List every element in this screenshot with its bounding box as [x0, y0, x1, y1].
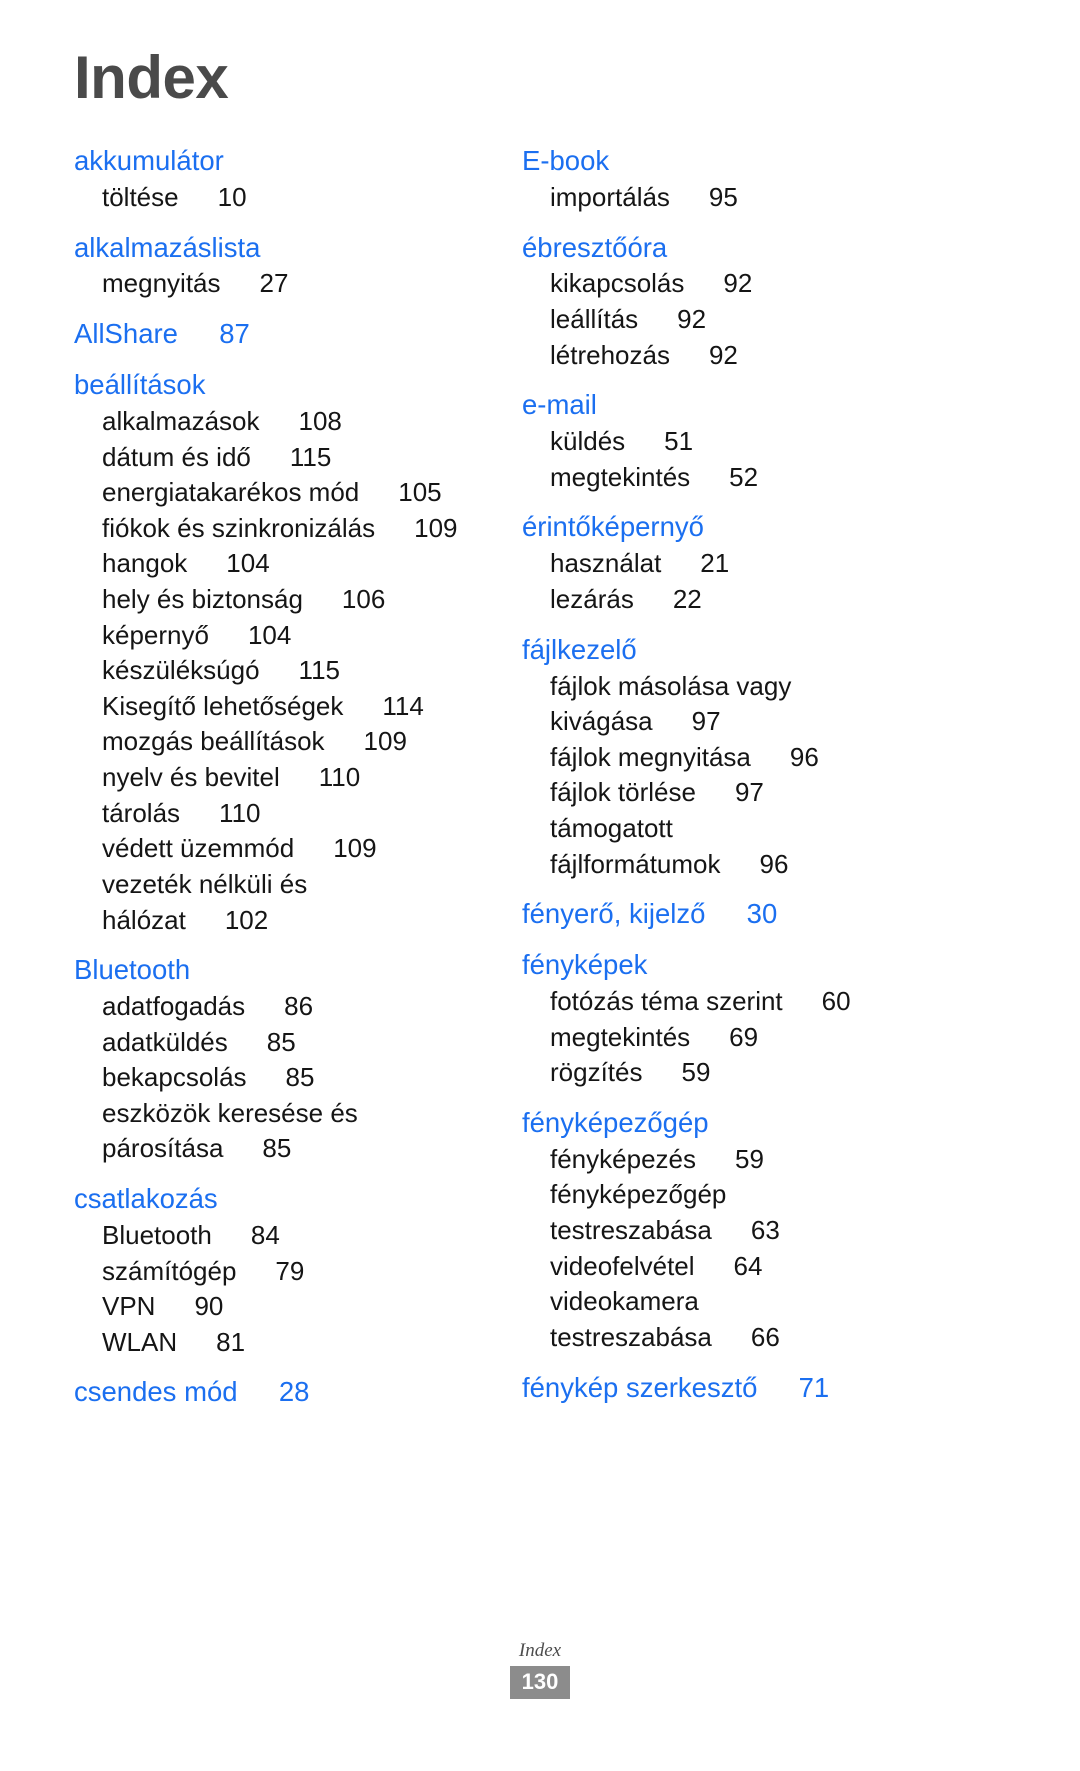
index-group: Bluetooth adatfogadás 86 adatküldés 85 beka…: [60, 951, 490, 1167]
index-entry[interactable]: mozgás beállítások 109: [60, 724, 490, 760]
index-heading[interactable]: AllShare 87: [60, 315, 490, 353]
index-heading[interactable]: Bluetooth: [60, 951, 490, 989]
index-entry[interactable]: importálás 95: [508, 180, 920, 216]
index-heading[interactable]: csatlakozás: [60, 1180, 490, 1218]
index-group: csendes mód 28: [60, 1373, 490, 1411]
index-entry[interactable]: készüléksúgó 115: [60, 653, 490, 689]
index-entry[interactable]: védett üzemmód 109: [60, 831, 490, 867]
index-entry-continuation[interactable]: testreszabása 63: [508, 1213, 920, 1249]
index-heading[interactable]: alkalmazáslista: [60, 229, 490, 267]
index-heading[interactable]: érintőképernyő: [508, 508, 920, 546]
index-entry[interactable]: alkalmazások 108: [60, 404, 490, 440]
index-heading[interactable]: E-book: [508, 142, 920, 180]
index-entry[interactable]: tárolás 110: [60, 796, 490, 832]
index-entry[interactable]: Bluetooth 84: [60, 1218, 490, 1254]
index-entry-continuation[interactable]: párosítása 85: [60, 1131, 490, 1167]
index-group: alkalmazáslista megnyitás 27: [60, 229, 490, 303]
index-page: Index akkumulátor töltése 10 alkalmazáslis…: [0, 0, 1080, 1771]
index-group: E-book importálás 95: [508, 142, 920, 216]
index-entry[interactable]: kikapcsolás 92: [508, 266, 920, 302]
index-entry-continuation[interactable]: fájlformátumok 96: [508, 847, 920, 883]
index-group: fénykép szerkesztő 71: [508, 1369, 920, 1407]
index-heading[interactable]: fényerő, kijelző 30: [508, 895, 920, 933]
index-entry[interactable]: képernyő 104: [60, 618, 490, 654]
index-entry[interactable]: adatküldés 85: [60, 1025, 490, 1061]
index-heading[interactable]: ébresztőóra: [508, 229, 920, 267]
index-group: akkumulátor töltése 10: [60, 142, 490, 216]
index-entry[interactable]: nyelv és bevitel 110: [60, 760, 490, 796]
page-title: Index: [74, 44, 229, 111]
index-group: fényképezőgép fényképezés 59 fényképezőgép…: [508, 1104, 920, 1356]
index-entry[interactable]: lezárás 22: [508, 582, 920, 618]
index-group: érintőképernyő használat 21 lezárás 22: [508, 508, 920, 617]
index-heading[interactable]: fényképek: [508, 946, 920, 984]
index-heading[interactable]: fájlkezelő: [508, 631, 920, 669]
index-entry[interactable]: VPN 90: [60, 1289, 490, 1325]
index-entry[interactable]: küldés 51: [508, 424, 920, 460]
index-entry[interactable]: eszközök keresése és: [60, 1096, 490, 1132]
index-entry[interactable]: fájlok másolása vagy: [508, 669, 920, 705]
index-entry[interactable]: adatfogadás 86: [60, 989, 490, 1025]
index-column-left: akkumulátor töltése 10 alkalmazáslista megn…: [60, 142, 490, 1411]
index-entry[interactable]: fotózás téma szerint 60: [508, 984, 920, 1020]
index-entry[interactable]: bekapcsolás 85: [60, 1060, 490, 1096]
index-entry-continuation[interactable]: kivágása 97: [508, 704, 920, 740]
index-entry[interactable]: fájlok megnyitása 96: [508, 740, 920, 776]
index-group: fényképek fotózás téma szerint 60 megtekin…: [508, 946, 920, 1091]
index-heading[interactable]: akkumulátor: [60, 142, 490, 180]
index-group: csatlakozás Bluetooth 84 számítógép 79 VPN …: [60, 1180, 490, 1360]
index-entry[interactable]: leállítás 92: [508, 302, 920, 338]
index-entry[interactable]: hangok 104: [60, 546, 490, 582]
index-entry[interactable]: Kisegítő lehetőségek 114: [60, 689, 490, 725]
index-heading[interactable]: fényképezőgép: [508, 1104, 920, 1142]
index-entry[interactable]: videokamera: [508, 1284, 920, 1320]
footer-label: Index: [518, 1639, 562, 1661]
index-column-right: E-book importálás 95 ébresztőóra kikapcsolá…: [490, 142, 920, 1406]
index-heading[interactable]: beállítások: [60, 366, 490, 404]
index-entry[interactable]: támogatott: [508, 811, 920, 847]
index-entry[interactable]: energiatakarékos mód 105: [60, 475, 490, 511]
index-group: AllShare 87: [60, 315, 490, 353]
index-entry[interactable]: töltése 10: [60, 180, 490, 216]
index-entry[interactable]: WLAN 81: [60, 1325, 490, 1361]
index-group: fényerő, kijelző 30: [508, 895, 920, 933]
index-group: beállítások alkalmazások 108 dátum és idő …: [60, 366, 490, 938]
index-entry[interactable]: megtekintés 52: [508, 460, 920, 496]
page-footer: Index 130: [0, 1640, 1080, 1699]
index-entry[interactable]: számítógép 79: [60, 1254, 490, 1290]
index-entry[interactable]: fiókok és szinkronizálás 109: [60, 511, 490, 547]
index-entry[interactable]: használat 21: [508, 546, 920, 582]
index-entry[interactable]: létrehozás 92: [508, 338, 920, 374]
index-entry[interactable]: fényképezés 59: [508, 1142, 920, 1178]
index-heading[interactable]: e-mail: [508, 386, 920, 424]
index-entry-continuation[interactable]: testreszabása 66: [508, 1320, 920, 1356]
index-entry[interactable]: rögzítés 59: [508, 1055, 920, 1091]
index-entry[interactable]: megnyitás 27: [60, 266, 490, 302]
index-group: e-mail küldés 51 megtekintés 52: [508, 386, 920, 495]
index-columns: akkumulátor töltése 10 alkalmazáslista megn…: [60, 142, 1020, 1411]
index-entry[interactable]: dátum és idő 115: [60, 440, 490, 476]
index-entry[interactable]: vezeték nélküli és: [60, 867, 490, 903]
index-entry-continuation[interactable]: hálózat 102: [60, 903, 490, 939]
index-entry[interactable]: fájlok törlése 97: [508, 775, 920, 811]
index-heading[interactable]: fénykép szerkesztő 71: [508, 1369, 920, 1407]
index-group: fájlkezelő fájlok másolása vagy kivágása 9…: [508, 631, 920, 883]
index-entry[interactable]: megtekintés 69: [508, 1020, 920, 1056]
footer-page-number: 130: [509, 1665, 571, 1699]
index-group: ébresztőóra kikapcsolás 92 leállítás 92 lét…: [508, 229, 920, 374]
index-heading[interactable]: csendes mód 28: [60, 1373, 490, 1411]
index-entry[interactable]: videofelvétel 64: [508, 1249, 920, 1285]
index-entry[interactable]: fényképezőgép: [508, 1177, 920, 1213]
index-entry[interactable]: hely és biztonság 106: [60, 582, 490, 618]
